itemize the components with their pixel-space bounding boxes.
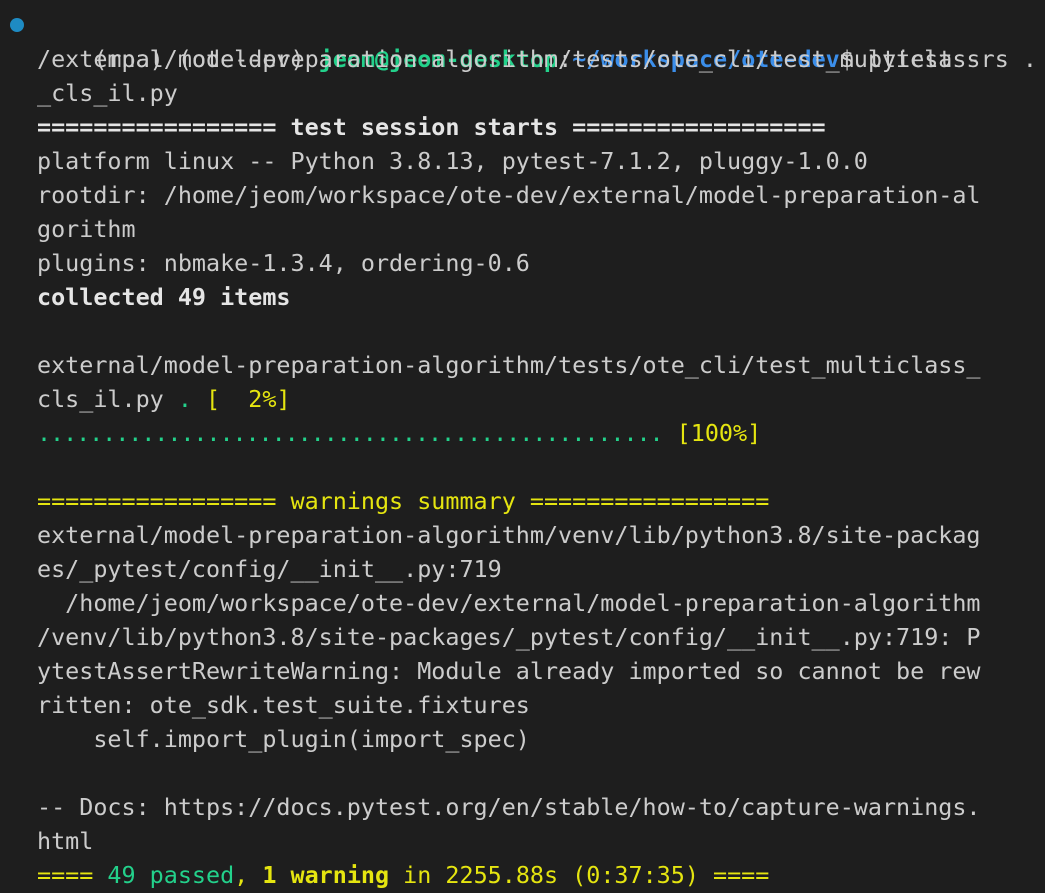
- collected-line: collected 49 items: [37, 283, 291, 311]
- summary-right-bar: ====: [713, 861, 770, 889]
- warning-text: es/_pytest/config/__init__.py:719: [37, 555, 502, 583]
- terminal-output[interactable]: (mpa) (ote-dev) jeom@jeom-desktop:~/work…: [0, 8, 1045, 892]
- passed-count: 49 passed: [107, 861, 235, 889]
- docs-link-line[interactable]: -- Docs: https://docs.pytest.org/en/stab…: [0, 790, 1045, 824]
- prompt-line: (mpa) (ote-dev) jeom@jeom-desktop:~/work…: [0, 8, 1045, 73]
- test-file-name: cls_il.py: [37, 385, 164, 413]
- warnings-header: ================= warnings summary =====…: [37, 487, 770, 515]
- warning-text: ritten: ote_sdk.test_suite.fixtures: [37, 691, 530, 719]
- progress-line: ........................................…: [0, 416, 1045, 450]
- rootdir-line: rootdir: /home/jeom/workspace/ote-dev/ex…: [37, 181, 981, 209]
- summary-duration: in 2255.88s (0:37:35): [389, 861, 713, 889]
- test-file-path: external/model-preparation-algorithm/tes…: [37, 351, 981, 379]
- command-status-dot-icon[interactable]: [10, 18, 24, 32]
- warning-text: ytestAssertRewriteWarning: Module alread…: [37, 657, 981, 685]
- test-pass-dots: ........................................…: [37, 419, 664, 447]
- command-continuation: _cls_il.py: [37, 79, 178, 107]
- warning-text: /venv/lib/python3.8/site-packages/_pytes…: [37, 623, 981, 651]
- warning-count: 1 warning: [262, 861, 390, 889]
- docs-link-line[interactable]: html: [0, 824, 1045, 858]
- progress-percent: [ 2%]: [206, 385, 291, 413]
- summary-left-bar: ====: [37, 861, 108, 889]
- platform-line: platform linux -- Python 3.8.13, pytest-…: [37, 147, 868, 175]
- warning-text: external/model-preparation-algorithm/ven…: [37, 521, 981, 549]
- summary-comma: ,: [234, 861, 263, 889]
- summary-line: ==== 49 passed, 1 warning in 2255.88s (0…: [0, 858, 1045, 892]
- session-header: ================= test session starts ==…: [37, 113, 826, 141]
- test-file-progress: cls_il.py . [ 2%]: [0, 382, 1045, 416]
- progress-percent: [100%]: [676, 419, 762, 447]
- rootdir-line: gorithm: [37, 215, 136, 243]
- plugins-line: plugins: nbmake-1.3.4, ordering-0.6: [37, 249, 530, 277]
- warning-text: /home/jeom/workspace/ote-dev/external/mo…: [37, 589, 981, 617]
- warning-text: self.import_plugin(import_spec): [37, 725, 530, 753]
- command-continuation: /external/model-preparation-algorithm/te…: [37, 45, 981, 73]
- test-pass-dot: .: [177, 385, 192, 413]
